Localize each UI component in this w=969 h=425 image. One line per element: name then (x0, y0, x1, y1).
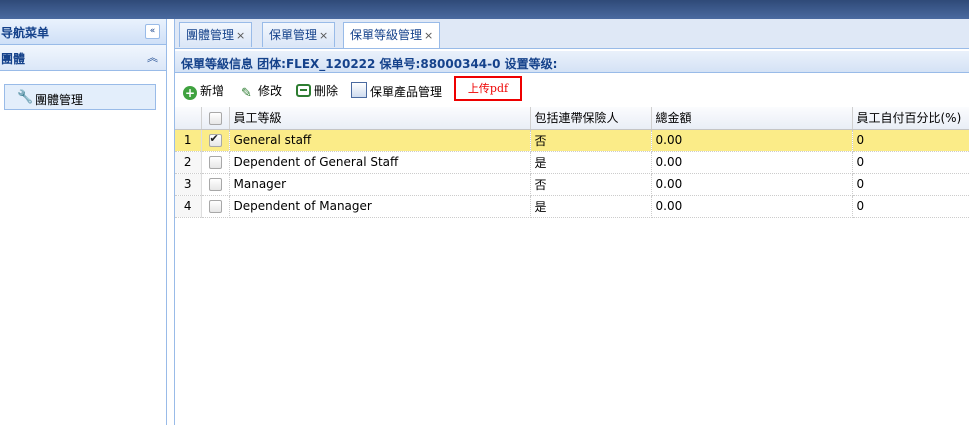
edit-label: 修改 (258, 84, 283, 98)
grade-grid: 員工等級 包括連帶保險人 總金額 員工自付百分比(%) 1 General st… (175, 107, 969, 218)
add-button[interactable]: + 新增 (183, 82, 224, 100)
close-icon[interactable]: × (319, 29, 328, 42)
sidebar-item-group-management[interactable]: 🔧 團體管理 (4, 84, 156, 110)
column-header-percent[interactable]: 員工自付百分比(%) (852, 107, 969, 130)
cell-amount: 0.00 (651, 151, 853, 174)
panel-title: 保單等級信息 团体:FLEX_120222 保单号:88000344-0 设置等… (181, 57, 558, 71)
accordion-title: 團體 (1, 52, 26, 66)
plus-icon: + (183, 86, 197, 100)
cell-grade: Manager (229, 173, 531, 196)
column-header-amount[interactable]: 總金額 (651, 107, 853, 130)
cell-dependent: 否 (530, 173, 652, 196)
cell-grade: Dependent of General Staff (229, 151, 531, 174)
row-checkbox[interactable] (201, 195, 230, 218)
row-number-header (175, 107, 202, 130)
cell-dependent: 是 (530, 151, 652, 174)
row-checkbox[interactable] (201, 151, 230, 174)
table-row[interactable]: 1 General staff 否 0.00 0 (175, 129, 969, 152)
toolbar: + 新增 ✎ 修改 刪除 保單產品管理 上传pdf (175, 74, 969, 104)
table-row[interactable]: 2 Dependent of General Staff 是 0.00 0 (175, 151, 969, 174)
tab-group-management[interactable]: 團體管理 × (179, 22, 253, 47)
cell-percent: 0 (852, 195, 969, 218)
table-row[interactable]: 3 Manager 否 0.00 0 (175, 173, 969, 196)
cell-percent: 0 (852, 129, 969, 152)
tab-label: 保單管理 (269, 28, 318, 42)
product-management-button[interactable]: 保單產品管理 (351, 82, 442, 100)
column-header-grade[interactable]: 員工等級 (229, 107, 531, 130)
cell-grade: General staff (229, 129, 531, 152)
tab-policy-grade-management[interactable]: 保單等級管理 × (343, 22, 441, 48)
delete-button[interactable]: 刪除 (296, 82, 338, 99)
row-number: 2 (175, 151, 202, 174)
delete-label: 刪除 (314, 84, 339, 98)
close-icon[interactable]: × (236, 29, 245, 42)
sidebar-header: 导航菜单 « (0, 19, 166, 45)
select-all-checkbox[interactable] (201, 107, 230, 130)
collapse-sidebar-icon[interactable]: « (145, 24, 160, 39)
tab-strip: 團體管理 × 保單管理 × 保單等級管理 × (175, 19, 969, 49)
row-number: 3 (175, 173, 202, 196)
column-header-dependent[interactable]: 包括連帶保險人 (530, 107, 652, 130)
table-icon (351, 82, 367, 98)
main-panel: 團體管理 × 保單管理 × 保單等級管理 × 保單等級信息 团体:FLEX_12022… (174, 19, 969, 425)
pencil-icon: ✎ (241, 86, 252, 101)
sidebar-item-label: 團體管理 (35, 93, 84, 107)
tab-policy-management[interactable]: 保單管理 × (262, 22, 336, 47)
cell-amount: 0.00 (651, 173, 853, 196)
tab-label: 團體管理 (186, 28, 235, 42)
edit-button[interactable]: ✎ 修改 (241, 82, 282, 101)
upload-pdf-button[interactable]: 上传pdf (454, 76, 522, 101)
accordion-header-group[interactable]: 團體 ︽ (0, 45, 166, 71)
app-top-bar (0, 0, 969, 19)
minus-icon (296, 84, 311, 97)
panel-title-bar: 保單等級信息 团体:FLEX_120222 保单号:88000344-0 设置等… (175, 51, 969, 73)
add-label: 新增 (200, 84, 225, 98)
cell-amount: 0.00 (651, 129, 853, 152)
cell-dependent: 否 (530, 129, 652, 152)
sidebar-title: 导航菜单 (1, 26, 50, 40)
wrench-icon: 🔧 (17, 90, 34, 105)
row-number: 4 (175, 195, 202, 218)
tab-label: 保單等級管理 (350, 28, 423, 42)
sidebar: 导航菜单 « 團體 ︽ 🔧 團體管理 (0, 19, 167, 425)
grid-header-row: 員工等級 包括連帶保險人 總金額 員工自付百分比(%) (175, 107, 969, 130)
cell-dependent: 是 (530, 195, 652, 218)
cell-percent: 0 (852, 151, 969, 174)
table-row[interactable]: 4 Dependent of Manager 是 0.00 0 (175, 195, 969, 218)
row-checkbox[interactable] (201, 173, 230, 196)
row-number: 1 (175, 129, 202, 152)
cell-percent: 0 (852, 173, 969, 196)
product-label: 保單產品管理 (370, 85, 443, 99)
cell-grade: Dependent of Manager (229, 195, 531, 218)
row-checkbox[interactable] (201, 129, 230, 152)
close-icon[interactable]: × (424, 29, 433, 42)
chevron-up-icon[interactable]: ︽ (147, 49, 158, 65)
cell-amount: 0.00 (651, 195, 853, 218)
